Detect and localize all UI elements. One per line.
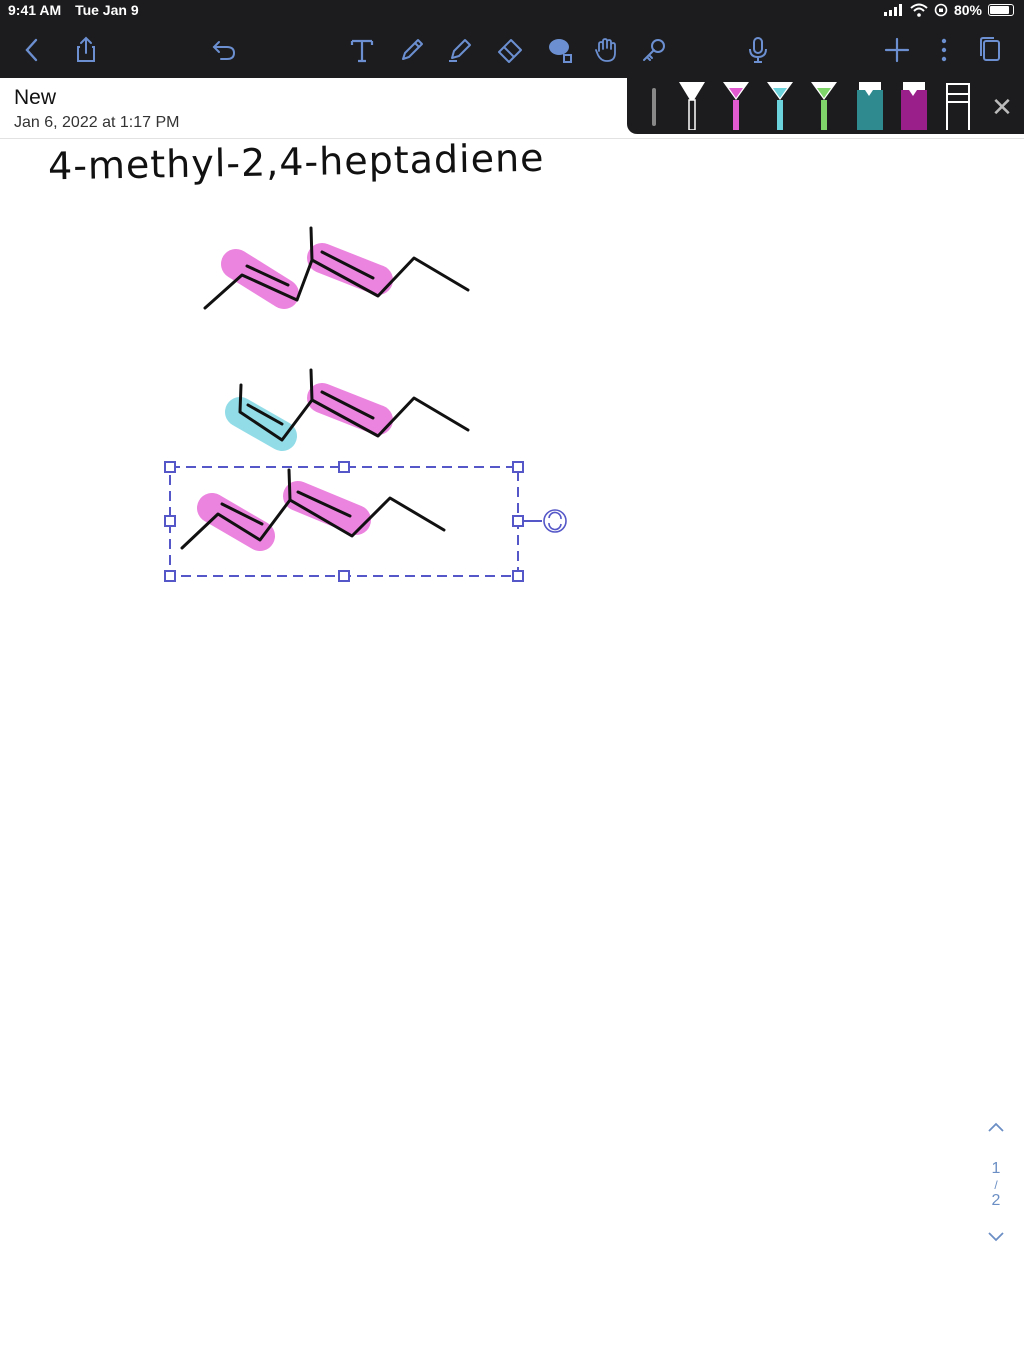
highlighter-purple[interactable]: [897, 80, 931, 130]
status-bar: 9:41 AM Tue Jan 9 80%: [0, 0, 1024, 22]
highlight-pink: [197, 481, 371, 551]
molecule-2: [225, 368, 470, 451]
more-icon[interactable]: [924, 30, 964, 70]
highlighter-white[interactable]: [675, 80, 709, 131]
pen-thickness-slider[interactable]: [637, 80, 671, 130]
rotate-handle-icon[interactable]: [543, 509, 567, 533]
note-canvas[interactable]: [0, 139, 1024, 1364]
current-page: 1: [991, 1160, 1001, 1177]
undo-icon[interactable]: [204, 30, 244, 70]
highlighter-pink[interactable]: [719, 80, 753, 130]
page-down-icon[interactable]: [978, 1230, 1014, 1254]
eraser-icon[interactable]: [490, 30, 530, 70]
top-toolbar: [0, 22, 1024, 78]
highlighter-teal[interactable]: [853, 80, 887, 130]
battery-percent: 80%: [953, 2, 982, 18]
handle-bottom-middle[interactable]: [338, 570, 350, 582]
orientation-lock-icon: [934, 3, 948, 17]
handwritten-title: 4-methyl-2,4-heptadiene: [47, 135, 545, 189]
wifi-icon: [910, 3, 928, 17]
document-date: Jan 6, 2022 at 1:17 PM: [14, 114, 180, 131]
total-pages: 2: [991, 1192, 1001, 1209]
handle-bottom-right[interactable]: [512, 570, 524, 582]
close-palette-button[interactable]: ✕: [982, 92, 1022, 122]
pencil-icon[interactable]: [392, 30, 432, 70]
highlighter-icon[interactable]: [440, 30, 480, 70]
handle-middle-right[interactable]: [512, 515, 524, 527]
battery-icon: [988, 4, 1014, 16]
status-time: 9:41 AM: [8, 2, 62, 18]
highlighter-palette: [627, 78, 1024, 134]
back-icon[interactable]: [12, 30, 52, 70]
handle-top-middle[interactable]: [338, 461, 350, 473]
handle-middle-left[interactable]: [164, 515, 176, 527]
page-separator: /: [994, 1178, 998, 1192]
signal-icon: [883, 4, 902, 16]
plus-icon[interactable]: [877, 30, 917, 70]
molecule-3: [180, 468, 446, 551]
hand-icon[interactable]: [586, 30, 626, 70]
pages-icon[interactable]: [970, 30, 1010, 70]
text-tool-icon[interactable]: [342, 30, 382, 70]
key-icon[interactable]: [634, 30, 674, 70]
molecule-1: [203, 226, 470, 310]
status-date: Tue Jan 9: [75, 2, 139, 18]
page-navigator: 1 / 2: [978, 1120, 1014, 1270]
document-title[interactable]: New: [14, 86, 56, 110]
highlighter-cyan[interactable]: [763, 80, 797, 130]
highlighter-green[interactable]: [807, 80, 841, 130]
handle-top-right[interactable]: [512, 461, 524, 473]
handle-bottom-left[interactable]: [164, 570, 176, 582]
microphone-icon[interactable]: [738, 30, 778, 70]
lasso-icon[interactable]: [540, 30, 580, 70]
eraser-pen[interactable]: [941, 80, 975, 130]
page-up-icon[interactable]: [978, 1120, 1014, 1144]
share-icon[interactable]: [66, 30, 106, 70]
handle-top-left[interactable]: [164, 461, 176, 473]
